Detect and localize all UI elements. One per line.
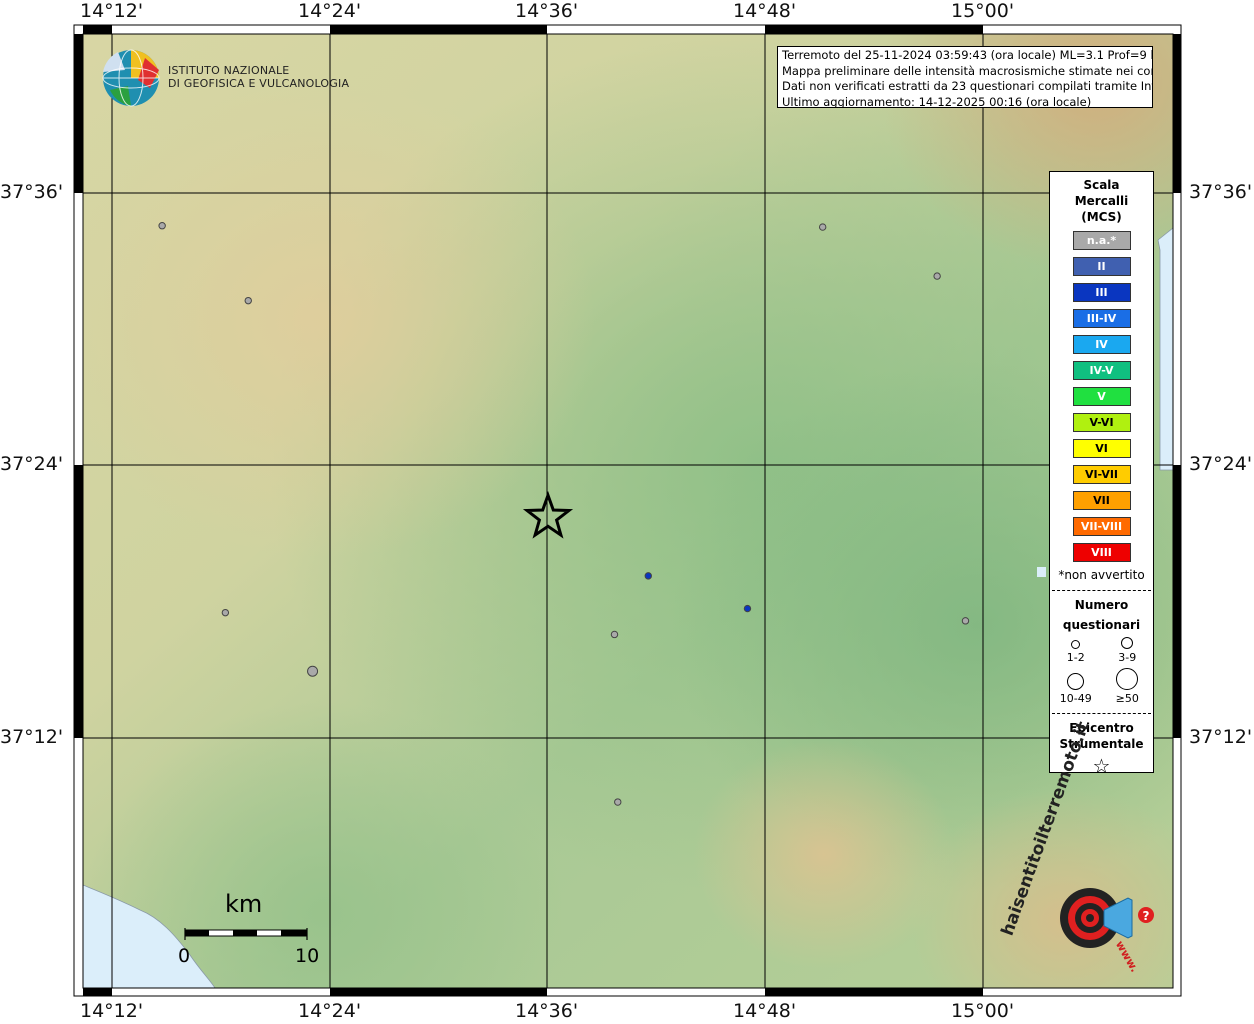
count-title-line: questionari [1062,618,1141,632]
info-line-4: Ultimo aggiornamento: 14-12-2025 00:16 (… [782,94,1092,108]
logo-line-2: DI GEOFISICA E VULCANOLOGIA [168,77,350,90]
logo-line-1: ISTITUTO NAZIONALE [168,64,290,77]
legend-swatch: VI [1072,439,1131,458]
lon-label-top: 15°00' [951,0,1015,22]
circle-large-icon [1067,673,1085,690]
count-title: Numero questionari [1050,597,1153,633]
info-line-2: Mappa preliminare delle intensità macros… [782,63,1153,78]
legend-swatches: n.a.* II III III-IV IV IV-V V V-VI VI VI-VII VII VI… [1050,231,1153,562]
lat-label-right: 37°36' [1189,181,1253,203]
legend-title-line: Mercalli [1074,194,1129,208]
legend-swatch: IV [1072,335,1131,354]
legend-swatch: IV-V [1072,361,1131,380]
legend-title: Scala Mercalli (MCS) [1050,177,1153,225]
count-size-item: 3-9 [1102,637,1154,664]
lat-label-left: 37°12' [0,726,64,748]
lon-label-bottom: 14°48' [733,1000,797,1022]
lat-label-right: 37°12' [1189,726,1253,748]
count-size-label: ≥50 [1115,692,1139,705]
legend-swatch: VII [1072,491,1131,510]
legend-swatch: n.a.* [1072,231,1131,250]
legend-swatch: III [1072,283,1131,302]
lon-label-bottom: 14°24' [298,1000,362,1022]
legend-title-line: (MCS) [1081,210,1122,224]
epicenter-title-line: Epicentro [1069,721,1134,735]
count-size-item: 10-49 [1050,668,1102,705]
legend-swatch: III-IV [1072,309,1131,328]
intensity-point [610,630,619,639]
lat-label-left: 37°36' [0,181,64,203]
legend: Scala Mercalli (MCS) n.a.* II III III-IV IV I… [1049,171,1154,778]
count-size-label: 3-9 [1118,651,1137,664]
scale-max: 10 [295,945,320,967]
svg-text:?: ? [1143,909,1150,923]
intensity-point [307,665,319,677]
legend-swatch: VIII [1072,543,1131,562]
intensity-point [644,572,652,580]
lon-label-top: 14°48' [733,0,797,22]
lon-label-top: 14°12' [80,0,144,22]
count-size-label: 1-2 [1066,651,1085,664]
lon-label-bottom: 15°00' [951,1000,1015,1022]
intensity-point [244,296,252,305]
legend-swatch: V [1072,387,1131,406]
count-size-item: ≥50 [1102,668,1154,705]
legend-swatch: VI-VII [1072,465,1131,484]
count-size-label: 10-49 [1059,692,1092,705]
ingv-logo [102,49,160,107]
lat-label-left: 37°24' [0,453,64,475]
count-size-item: 1-2 [1050,637,1102,664]
legend-divider [1052,713,1151,714]
intensity-point [933,272,941,280]
circle-xlarge-icon [1116,668,1139,690]
lon-label-top: 14°36' [515,0,579,22]
legend-swatch: VII-VIII [1072,517,1131,536]
lat-label-right: 37°24' [1189,453,1253,475]
event-info-box: Terremoto del 25-11-2024 03:59:43 (ora l… [777,46,1153,108]
lake [1037,567,1046,577]
lon-label-bottom: 14°36' [515,1000,579,1022]
count-title-line: Numero [1074,598,1129,612]
intensity-point [743,604,752,613]
circle-small-icon [1071,640,1081,649]
intensity-point [818,223,827,231]
intensity-point [614,798,622,806]
info-line-1: Terremoto del 25-11-2024 03:59:43 (ora l… [782,48,1153,62]
terrain [83,34,1173,988]
sea-east [1157,227,1173,471]
intensity-point [961,617,970,625]
lon-label-top: 14°24' [298,0,362,22]
legend-note: *non avvertito [1058,568,1145,582]
scale-unit: km [225,890,263,918]
legend-swatch: II [1072,257,1131,276]
legend-divider [1052,590,1151,591]
circle-medium-icon [1121,637,1134,649]
scale-min: 0 [178,945,191,967]
lon-label-bottom: 14°12' [80,1000,144,1022]
intensity-point [221,608,230,617]
info-line-3: Dati non verificati estratti da 23 quest… [782,79,1153,93]
ingv-logo-text: ISTITUTO NAZIONALE DI GEOFISICA E VULCAN… [168,64,349,90]
count-sizes: 1-2 3-9 10-49 ≥50 [1050,637,1153,705]
legend-title-line: Scala [1083,178,1120,192]
intensity-point [158,222,166,230]
legend-swatch: V-VI [1072,413,1131,432]
